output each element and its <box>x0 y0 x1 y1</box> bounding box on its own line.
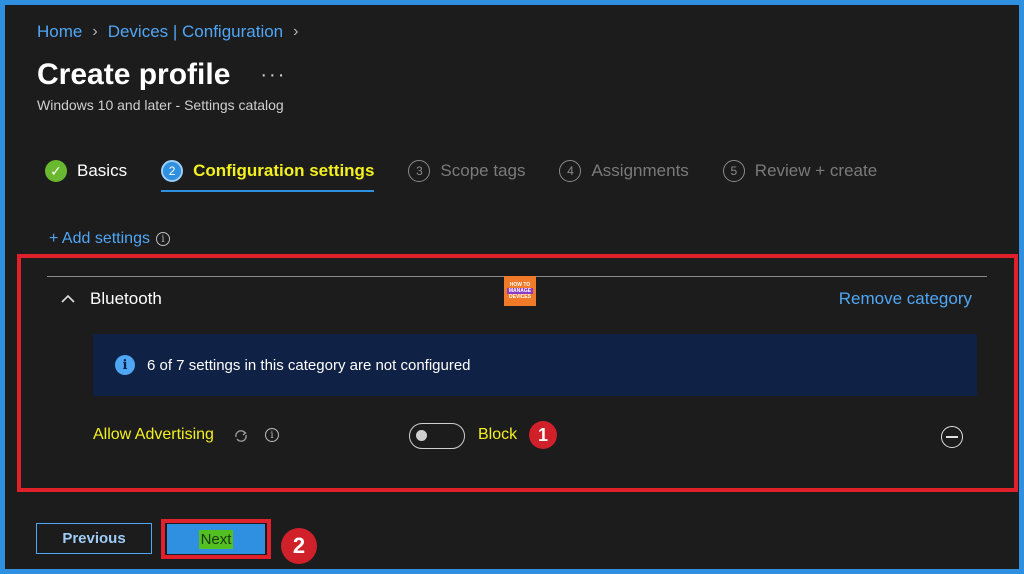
next-button[interactable]: Next <box>167 524 265 554</box>
step-label: Scope tags <box>440 161 526 180</box>
info-icon: i <box>115 355 135 375</box>
more-options-icon[interactable]: ··· <box>260 64 286 87</box>
remove-category-link[interactable]: Remove category <box>839 289 972 309</box>
logo-text: DEVICES <box>509 294 531 300</box>
step-review-create[interactable]: 5 Review + create <box>722 160 878 182</box>
checkmark-icon: ✓ <box>45 160 67 182</box>
page-title: Create profile ··· <box>37 58 286 92</box>
setting-name: Allow Advertising <box>93 426 214 443</box>
next-button-label: Next <box>198 529 234 549</box>
remove-setting-icon[interactable] <box>941 426 963 448</box>
step-assignments[interactable]: 4 Assignments <box>559 160 689 182</box>
toggle-knob <box>416 430 427 441</box>
watermark-logo: HOW TO MANAGE DEVICES <box>504 276 536 306</box>
chevron-right-icon: › <box>293 23 299 40</box>
page-subtitle: Windows 10 and later - Settings catalog <box>37 97 284 113</box>
breadcrumb-devices-configuration[interactable]: Devices | Configuration <box>108 22 283 42</box>
info-icon[interactable]: i <box>155 232 170 246</box>
wizard-steps: ✓ Basics 2 Configuration settings 3 Scop… <box>45 160 911 192</box>
callout-badge-1: 1 <box>529 421 557 449</box>
chevron-right-icon: › <box>92 23 98 40</box>
category-name: Bluetooth <box>90 289 162 308</box>
toggle-label: Block <box>478 426 518 443</box>
breadcrumb-home[interactable]: Home <box>37 22 82 42</box>
step-number: 5 <box>722 160 745 182</box>
info-icon[interactable]: i <box>265 428 279 442</box>
chevron-up-icon <box>61 294 75 303</box>
step-label: Basics <box>77 161 128 180</box>
step-scope-tags[interactable]: 3 Scope tags <box>408 160 525 182</box>
page-title-text: Create profile <box>37 58 231 91</box>
allow-advertising-toggle[interactable] <box>409 423 465 449</box>
info-banner-text: 6 of 7 settings in this category are not… <box>147 356 471 374</box>
add-settings-link[interactable]: + Add settings i <box>49 230 170 248</box>
app-frame: Home › Devices | Configuration › Create … <box>0 0 1024 574</box>
step-label: Review + create <box>754 161 878 180</box>
info-banner: i 6 of 7 settings in this category are n… <box>93 334 977 396</box>
callout-badge-2: 2 <box>281 528 317 564</box>
add-settings-label: + Add settings <box>49 230 150 247</box>
step-label: Assignments <box>591 161 689 180</box>
step-number: 4 <box>559 160 582 182</box>
previous-button[interactable]: Previous <box>36 523 152 554</box>
breadcrumb: Home › Devices | Configuration › <box>37 22 298 42</box>
step-number: 3 <box>408 160 431 182</box>
step-number: 2 <box>161 160 184 182</box>
category-toggle[interactable]: Bluetooth <box>60 289 162 309</box>
step-label: Configuration settings <box>193 161 375 180</box>
step-basics[interactable]: ✓ Basics <box>45 160 127 182</box>
sync-icon <box>235 430 247 442</box>
step-configuration-settings[interactable]: 2 Configuration settings <box>161 160 375 192</box>
